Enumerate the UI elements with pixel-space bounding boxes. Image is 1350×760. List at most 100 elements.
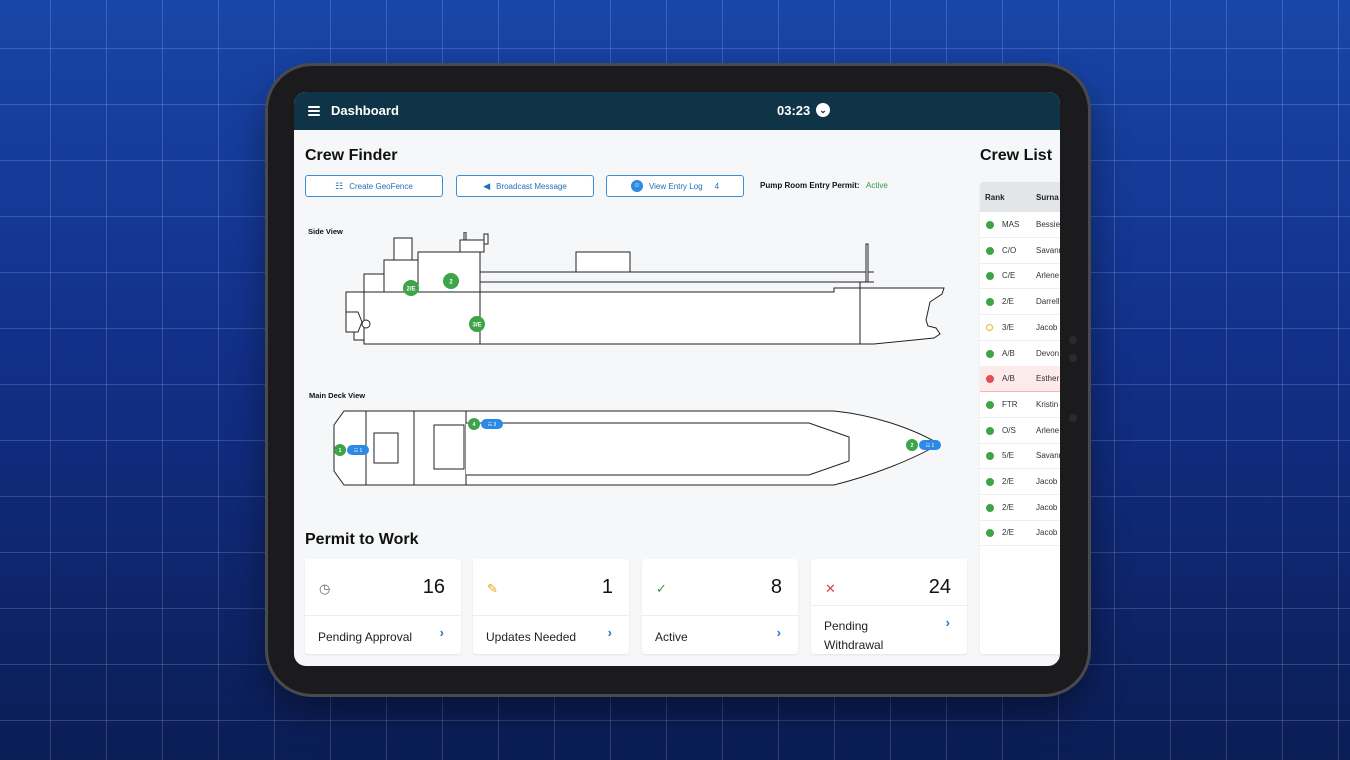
status-dot bbox=[986, 529, 994, 538]
status-dot bbox=[986, 246, 994, 255]
crew-list-header: Rank Surna bbox=[980, 182, 1060, 212]
permit-card-pending-withdrawal[interactable]: ✕ 24 Pending Withdrawal › bbox=[811, 559, 967, 654]
propeller-shape bbox=[361, 319, 371, 329]
status-dot bbox=[986, 400, 994, 409]
view-entry-log-button[interactable]: ☺ View Entry Log 4 bbox=[606, 175, 744, 197]
crew-surname: Savann bbox=[1036, 451, 1060, 461]
permit-to-work-title: Permit to Work bbox=[305, 531, 419, 548]
crew-list-row[interactable]: A/B Esther bbox=[980, 366, 1060, 393]
crew-list-row[interactable]: 2/E Jacob bbox=[980, 469, 1060, 495]
deck-marker-tag: ☷ 1 bbox=[926, 443, 935, 449]
status-dot bbox=[986, 221, 994, 229]
camera-dot bbox=[1069, 354, 1077, 362]
crew-list-row[interactable]: O/S Arlene bbox=[980, 418, 1060, 444]
main-deck-diagram: 1 ☷ 1 4 ☷ 3 2 ☷ 1 bbox=[333, 410, 941, 486]
app-screen: Dashboard 03:23 ⌄ Crew Finder ☷ Create G… bbox=[294, 92, 1060, 666]
crew-rank: 3/E bbox=[1002, 322, 1015, 332]
crew-surname: Jacob bbox=[1036, 528, 1058, 538]
crew-rank: A/B bbox=[1002, 348, 1015, 358]
crew-icon: ☺ bbox=[630, 180, 643, 192]
clock-time: 03:23 bbox=[777, 103, 811, 118]
chevron-right-icon[interactable]: › bbox=[608, 625, 612, 640]
crew-surname: Arlene bbox=[1036, 271, 1060, 281]
crew-surname: Bessie bbox=[1036, 220, 1060, 229]
crew-rank: 2/E bbox=[1002, 297, 1015, 307]
edit-icon: ✎ bbox=[487, 581, 498, 596]
permit-card-label: Pending Withdrawal bbox=[824, 619, 884, 652]
crew-list-row[interactable]: 2/E Jacob bbox=[980, 520, 1060, 547]
side-marker-2[interactable]: 2 bbox=[443, 273, 459, 289]
crew-surname: Arlene bbox=[1036, 425, 1060, 435]
crew-list-row[interactable]: C/O Savann bbox=[980, 238, 1060, 264]
status-dot bbox=[986, 272, 994, 281]
chevron-right-icon[interactable]: › bbox=[440, 625, 444, 640]
crew-finder-title: Crew Finder bbox=[305, 147, 398, 164]
card-divider bbox=[473, 615, 629, 616]
permit-card-label: Pending Approval bbox=[318, 630, 413, 644]
permit-label: Pump Room Entry Permit: bbox=[760, 181, 860, 190]
permit-card-active[interactable]: ✓ 8 Active › bbox=[642, 559, 798, 654]
status-dot bbox=[986, 452, 994, 461]
column-header-rank[interactable]: Rank bbox=[985, 193, 1005, 202]
deck-marker-1[interactable]: 1 ☷ 1 bbox=[334, 444, 369, 456]
tablet-device: Dashboard 03:23 ⌄ Crew Finder ☷ Create G… bbox=[268, 66, 1088, 694]
side-view-diagram: 2/E 2 3/E bbox=[345, 232, 945, 345]
status-dot bbox=[986, 323, 993, 331]
crew-list-title: Crew List bbox=[980, 147, 1053, 164]
crew-list-row[interactable]: FTR Kristin bbox=[980, 392, 1060, 418]
permit-card-updates-needed[interactable]: ✎ 1 Updates Needed › bbox=[473, 559, 629, 654]
crew-rank: 2/E bbox=[1002, 477, 1015, 486]
chevron-down-icon[interactable]: ⌄ bbox=[816, 103, 830, 117]
side-marker-3[interactable]: 3/E bbox=[469, 316, 485, 332]
crew-list-row[interactable]: MAS Bessie bbox=[980, 212, 1060, 238]
broadcast-message-button[interactable]: ◀ Broadcast Message bbox=[456, 175, 594, 197]
crew-surname: Devon bbox=[1036, 348, 1060, 358]
crew-surname: Esther bbox=[1036, 374, 1060, 384]
crew-surname: Jacob bbox=[1036, 502, 1058, 512]
crew-rank: 2/E bbox=[1002, 502, 1015, 512]
status-dot bbox=[986, 503, 994, 512]
side-marker-1[interactable]: 2/E bbox=[403, 280, 419, 296]
deck-marker-2[interactable]: 4 ☷ 3 bbox=[468, 418, 503, 430]
crew-surname: Darrell bbox=[1036, 297, 1060, 307]
crew-list-table: Rank Surna MAS Bessie C/O Savann C/E Arlene 2/… bbox=[980, 182, 1060, 654]
card-divider bbox=[642, 615, 798, 616]
crew-rank: O/S bbox=[1002, 425, 1016, 435]
status-dot bbox=[986, 478, 994, 486]
clock-icon: ◷ bbox=[319, 581, 331, 596]
permit-card-label: Active bbox=[655, 630, 688, 644]
crew-rank: MAS bbox=[1002, 220, 1020, 229]
crew-surname: Savann bbox=[1036, 245, 1060, 255]
geofence-icon: ☷ bbox=[335, 180, 344, 191]
column-header-surname[interactable]: Surna bbox=[1036, 193, 1059, 202]
check-icon: ✓ bbox=[656, 581, 667, 596]
deck-marker-count: 2 bbox=[911, 443, 914, 449]
menu-icon[interactable] bbox=[308, 106, 320, 116]
deck-marker-count: 4 bbox=[473, 422, 476, 428]
crew-surname: Kristin bbox=[1036, 399, 1059, 409]
crew-list-row[interactable]: 5/E Savann bbox=[980, 443, 1060, 470]
crew-list-row[interactable]: 3/E Jacob bbox=[980, 315, 1060, 341]
card-divider bbox=[811, 605, 967, 606]
crew-list-row[interactable]: 2/E Jacob bbox=[980, 495, 1060, 521]
deck-marker-tag: ☷ 1 bbox=[354, 448, 363, 454]
create-geofence-button[interactable]: ☷ Create GeoFence bbox=[305, 175, 443, 197]
crew-list-row[interactable]: 2/E Darrell bbox=[980, 289, 1060, 316]
status-dot bbox=[986, 298, 994, 307]
crew-list-row[interactable]: A/B Devon bbox=[980, 341, 1060, 367]
side-marker-label: 2/E bbox=[406, 287, 415, 293]
permit-card-label: Updates Needed bbox=[486, 630, 577, 644]
permit-card-pending-approval[interactable]: ◷ 16 Pending Approval › bbox=[305, 559, 461, 654]
status-dot bbox=[986, 375, 994, 384]
deck-marker-3[interactable]: 2 ☷ 1 bbox=[906, 439, 941, 451]
camera-dot bbox=[1069, 414, 1077, 422]
chevron-right-icon[interactable]: › bbox=[777, 625, 781, 640]
crew-surname: Jacob bbox=[1036, 322, 1058, 332]
deck-marker-count: 1 bbox=[339, 448, 342, 454]
chevron-right-icon[interactable]: › bbox=[946, 615, 950, 630]
permit-card-count: 16 bbox=[422, 576, 445, 598]
crew-list-row[interactable]: C/E Arlene bbox=[980, 263, 1060, 290]
card-divider bbox=[305, 615, 461, 616]
permit-card-count: 8 bbox=[770, 576, 782, 598]
ship-side-hull bbox=[345, 232, 945, 345]
